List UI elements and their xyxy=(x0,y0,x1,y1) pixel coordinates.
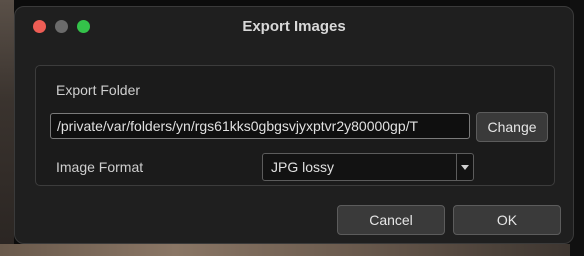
export-folder-path-field[interactable]: /private/var/folders/yn/rgs61kks0gbgsvjy… xyxy=(50,113,470,139)
title-bar: Export Images xyxy=(15,7,573,47)
image-format-label: Image Format xyxy=(56,159,144,175)
desktop-background-left xyxy=(0,0,14,256)
export-settings-group: Export Folder /private/var/folders/yn/rg… xyxy=(35,65,555,186)
export-images-dialog: Export Images Export Folder /private/var… xyxy=(14,6,574,244)
change-folder-button[interactable]: Change xyxy=(476,112,548,142)
export-folder-label: Export Folder xyxy=(56,82,141,98)
image-format-select[interactable]: JPG lossy xyxy=(262,153,474,181)
ok-button[interactable]: OK xyxy=(453,205,561,235)
dropdown-arrow-icon xyxy=(456,154,473,180)
cancel-button[interactable]: Cancel xyxy=(337,205,445,235)
image-format-selected-value: JPG lossy xyxy=(271,159,335,175)
desktop-background-bottom xyxy=(0,244,584,256)
window-title: Export Images xyxy=(242,18,346,35)
